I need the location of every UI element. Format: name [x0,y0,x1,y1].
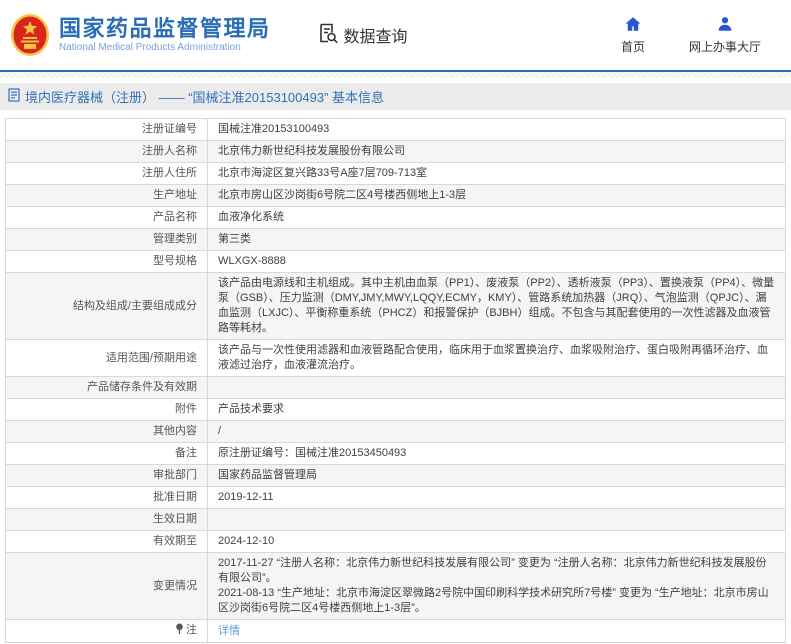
site-header: 国家药品监督管理局 National Medical Products Admi… [0,0,791,72]
national-emblem-icon [10,13,50,57]
detail-link[interactable]: 详情 [218,625,240,637]
table-row: 批准日期 2019-12-11 [6,487,786,509]
row-label-text: 有效期至 [153,535,197,547]
row-label: 注册证编号 [6,119,208,141]
document-icon [8,88,20,105]
table-row: 产品储存条件及有效期 [6,377,786,399]
row-value: 血液净化系统 [208,207,786,229]
table-row: 变更情况 2017-11-27 “注册人名称：北京伟力新世纪科技发展有限公司” … [6,553,786,620]
table-row: 型号规格 WLXGX-8888 [6,251,786,273]
row-label-text: 审批部门 [153,469,197,481]
document-search-icon [317,22,339,49]
divider-strip [0,72,791,78]
row-value: 产品技术要求 [208,399,786,421]
row-value: 北京市房山区沙岗街6号院二区4号楼西侧地上1-3层 [208,185,786,207]
row-label: 产品名称 [6,207,208,229]
table-row: 生效日期 [6,509,786,531]
nav-service-hall[interactable]: 网上办事大厅 [689,15,761,55]
table-row: 附件 产品技术要求 [6,399,786,421]
data-query-label: 数据查询 [344,23,408,47]
row-label-text: 注册证编号 [142,123,197,135]
table-row: 备注 原注册证编号：国械注准20153450493 [6,443,786,465]
row-label: 生产地址 [6,185,208,207]
row-label-text: 型号规格 [153,255,197,267]
home-icon [624,15,642,36]
breadcrumb: 境内医疗器械（注册） —— “国械注准20153100493” 基本信息 [0,83,791,110]
person-icon [716,15,734,36]
row-label: 产品储存条件及有效期 [6,377,208,399]
table-row: 生产地址 北京市房山区沙岗街6号院二区4号楼西侧地上1-3层 [6,185,786,207]
row-label-text: 生效日期 [153,513,197,525]
table-row: 审批部门 国家药品监督管理局 [6,465,786,487]
registration-info-table: 注册证编号 国械注准20153100493 注册人名称 北京伟力新世纪科技发展股… [5,118,786,643]
breadcrumb-text: 境内医疗器械（注册） —— “国械注准20153100493” 基本信息 [25,87,384,106]
row-value: 北京伟力新世纪科技发展股份有限公司 [208,141,786,163]
nav-home[interactable]: 首页 [621,15,645,55]
table-row: 产品名称 血液净化系统 [6,207,786,229]
site-title-en: National Medical Products Administration [59,41,271,54]
row-label-text: 产品名称 [153,211,197,223]
row-value [208,377,786,399]
nav-home-label: 首页 [621,38,645,55]
row-value: 该产品由电源线和主机组成。其中主机由血泵（PP1）、废液泵（PP2）、透析液泵（… [208,273,786,340]
row-label: 结构及组成/主要组成成分 [6,273,208,340]
table-row: 注 详情 [6,620,786,643]
row-value: 北京市海淀区复兴路33号A座7层709-713室 [208,163,786,185]
row-value: 2017-11-27 “注册人名称：北京伟力新世纪科技发展有限公司” 变更为 “… [208,553,786,620]
row-label: 注册人住所 [6,163,208,185]
row-value: 第三类 [208,229,786,251]
pin-icon [175,623,184,639]
row-label: 型号规格 [6,251,208,273]
row-label: 批准日期 [6,487,208,509]
table-row: 注册人名称 北京伟力新世纪科技发展股份有限公司 [6,141,786,163]
row-label-text: 产品储存条件及有效期 [87,381,197,393]
row-label: 有效期至 [6,531,208,553]
row-label-text: 其他内容 [153,425,197,437]
nav-service-hall-label: 网上办事大厅 [689,38,761,55]
row-label-text: 注 [186,624,197,636]
row-label-text: 批准日期 [153,491,197,503]
row-label-text: 适用范围/预期用途 [106,352,197,364]
row-label-text: 生产地址 [153,189,197,201]
row-label: 适用范围/预期用途 [6,340,208,377]
table-row: 适用范围/预期用途 该产品与一次性使用滤器和血液管路配合使用，临床用于血浆置换治… [6,340,786,377]
row-label: 备注 [6,443,208,465]
table-row: 结构及组成/主要组成成分 该产品由电源线和主机组成。其中主机由血泵（PP1）、废… [6,273,786,340]
row-label-text: 注册人住所 [142,167,197,179]
row-label: 生效日期 [6,509,208,531]
row-label-text: 结构及组成/主要组成成分 [73,300,197,312]
site-title-cn: 国家药品监督管理局 [59,16,271,41]
table-row: 有效期至 2024-12-10 [6,531,786,553]
row-label: 管理类别 [6,229,208,251]
row-value: 2024-12-10 [208,531,786,553]
row-label: 审批部门 [6,465,208,487]
table-row: 管理类别 第三类 [6,229,786,251]
site-logo[interactable]: 国家药品监督管理局 National Medical Products Admi… [10,13,271,57]
data-query-tab[interactable]: 数据查询 [317,22,408,49]
row-value: 原注册证编号：国械注准20153450493 [208,443,786,465]
row-value: / [208,421,786,443]
row-label: 注册人名称 [6,141,208,163]
row-label-text: 变更情况 [153,580,197,592]
row-value: 该产品与一次性使用滤器和血液管路配合使用，临床用于血浆置换治疗、血浆吸附治疗、蛋… [208,340,786,377]
row-label: 其他内容 [6,421,208,443]
row-value: WLXGX-8888 [208,251,786,273]
table-row: 注册证编号 国械注准20153100493 [6,119,786,141]
info-table-body: 注册证编号 国械注准20153100493 注册人名称 北京伟力新世纪科技发展股… [6,119,786,643]
table-row: 注册人住所 北京市海淀区复兴路33号A座7层709-713室 [6,163,786,185]
row-label: 变更情况 [6,553,208,620]
row-label-text: 备注 [175,447,197,459]
row-value: 2019-12-11 [208,487,786,509]
table-row: 其他内容 / [6,421,786,443]
row-label: 附件 [6,399,208,421]
row-value: 国械注准20153100493 [208,119,786,141]
row-value: 国家药品监督管理局 [208,465,786,487]
row-label-text: 附件 [175,403,197,415]
row-label: 注 [6,620,208,643]
row-label-text: 注册人名称 [142,145,197,157]
row-value: 详情 [208,620,786,643]
row-value [208,509,786,531]
row-label-text: 管理类别 [153,233,197,245]
